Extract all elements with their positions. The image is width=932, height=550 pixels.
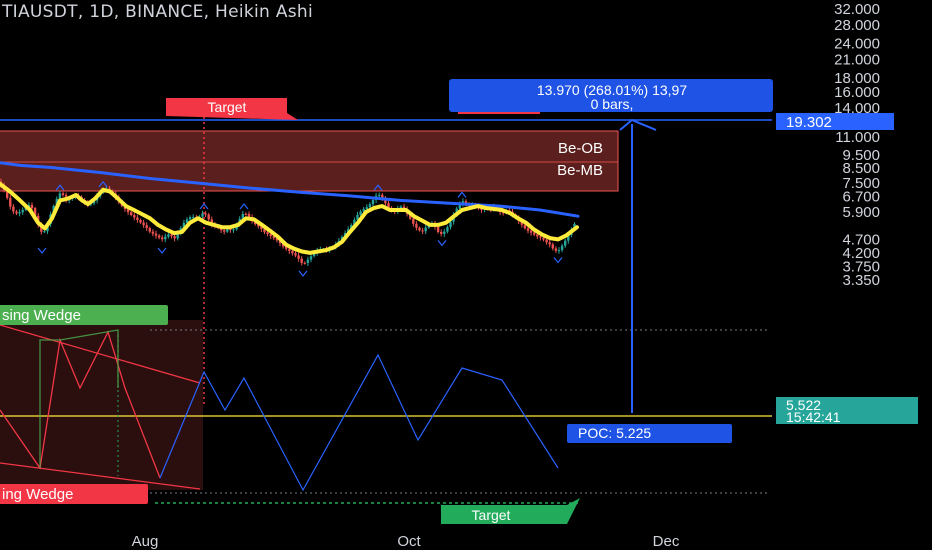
y-tick-label: 5.900: [842, 204, 880, 221]
candle: [288, 248, 291, 251]
zone-label-mb: Be-MB: [557, 162, 603, 179]
candle: [418, 227, 421, 231]
candle: [303, 262, 306, 264]
chart-canvas[interactable]: 13.970 (268.01%) 13,97 0 bars, POC: 5.22…: [0, 0, 932, 550]
candle: [542, 237, 545, 240]
candle: [533, 232, 536, 235]
candle: [192, 217, 195, 219]
candle: [539, 236, 542, 238]
candle: [440, 231, 443, 234]
y-tick-label: 11.000: [835, 129, 880, 146]
candle: [133, 215, 136, 218]
candle: [151, 231, 155, 234]
candle: [21, 209, 24, 213]
candle: [436, 226, 440, 232]
candle: [170, 234, 173, 237]
candle: [557, 250, 561, 252]
candle: [378, 194, 381, 196]
candle: [244, 213, 248, 215]
candle: [173, 236, 176, 239]
candle: [154, 233, 158, 236]
candle: [297, 255, 300, 259]
candle: [523, 224, 527, 229]
poc-label-text: POC: 5.225: [578, 425, 651, 441]
pattern-label-bottom: ing Wedge: [2, 486, 73, 503]
candle: [9, 197, 12, 207]
candle: [204, 213, 207, 215]
candle: [548, 242, 551, 245]
candle: [529, 230, 533, 233]
candle: [161, 237, 164, 240]
candle: [446, 227, 449, 232]
y-tick-label: 16.000: [834, 84, 880, 101]
candle: [30, 205, 34, 209]
pattern-label-top: sing Wedge: [2, 307, 81, 324]
candle: [399, 206, 403, 209]
y-tick-label: 24.000: [834, 35, 880, 52]
candle: [560, 245, 564, 251]
candle: [368, 204, 372, 208]
candle: [164, 236, 167, 240]
candle: [412, 218, 415, 224]
candle: [300, 258, 303, 263]
candle: [449, 221, 452, 228]
candle: [415, 223, 418, 228]
x-tick-label: Oct: [397, 533, 421, 550]
candle: [58, 193, 62, 199]
candle: [130, 212, 133, 216]
candle: [18, 212, 21, 214]
candle: [269, 234, 272, 237]
chart-title: TIAUSDT, 1D, BINANCE, Heikin Ashi: [2, 2, 314, 22]
candle: [188, 217, 192, 220]
x-tick-label: Aug: [132, 533, 159, 550]
candle: [232, 229, 235, 231]
candle: [223, 230, 226, 232]
candle: [526, 228, 530, 231]
candle: [43, 231, 46, 233]
candle: [306, 259, 310, 264]
candle: [545, 239, 548, 243]
candle: [421, 230, 424, 232]
bearish-order-block-zone: [0, 130, 619, 192]
candle: [424, 227, 427, 232]
candle: [145, 225, 148, 229]
candle: [167, 234, 170, 237]
candle: [201, 213, 204, 217]
y-tick-label: 32.000: [834, 1, 880, 18]
candle: [365, 207, 368, 210]
candle: [371, 199, 375, 205]
candle: [139, 219, 142, 223]
countdown-tag: 15:42:41: [786, 409, 841, 425]
x-tick-label: Dec: [653, 533, 680, 550]
candle: [294, 253, 297, 256]
target-label-green: Target: [472, 507, 511, 523]
candle: [564, 240, 567, 246]
candle: [15, 211, 18, 214]
candle: [266, 232, 269, 235]
y-tick-label: 28.000: [834, 17, 880, 34]
candle: [551, 244, 554, 249]
y-tick-label: 21.000: [834, 51, 880, 68]
candle: [554, 248, 558, 251]
candle: [157, 235, 161, 238]
y-tick-label: 3.350: [842, 272, 880, 289]
candle: [443, 231, 446, 234]
resistance-tag: 19.302: [786, 114, 832, 131]
candle: [309, 256, 313, 260]
candle: [207, 214, 210, 220]
candle: [536, 234, 539, 237]
candle: [142, 222, 145, 226]
candle: [136, 217, 139, 220]
target-label-red: Target: [208, 99, 247, 115]
candle: [12, 206, 15, 212]
candle: [148, 228, 151, 232]
candle: [61, 193, 65, 195]
measure-bars-text: 0 bars,: [591, 96, 634, 112]
zone-label-ob: Be-OB: [558, 140, 603, 157]
candle: [359, 211, 362, 215]
candle: [291, 250, 294, 254]
